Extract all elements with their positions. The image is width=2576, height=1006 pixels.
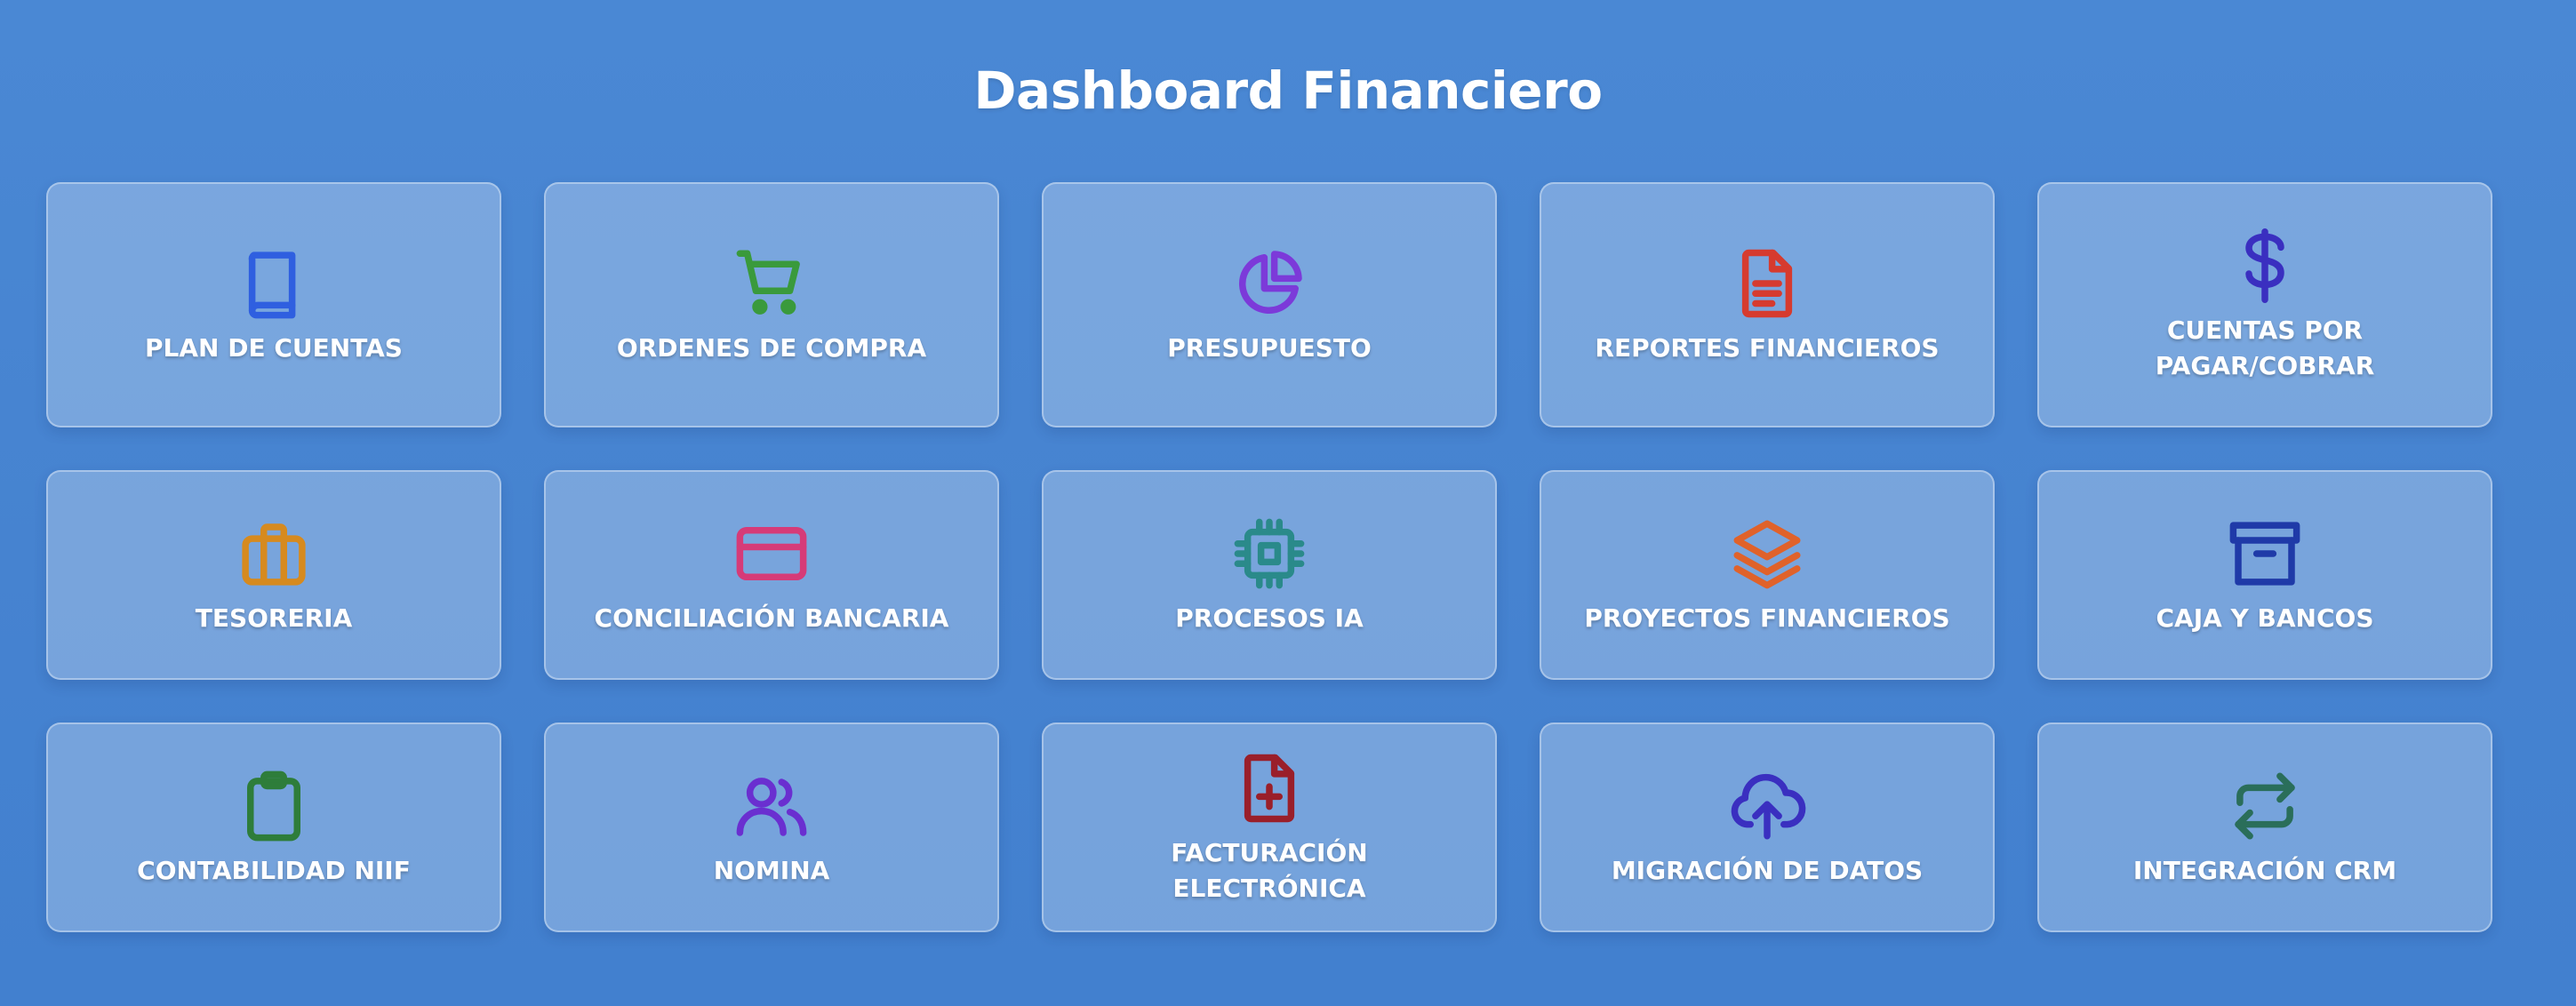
card-procesos-ia[interactable]: PROCESOS IA xyxy=(1042,470,1497,680)
card-conciliacion-bancaria[interactable]: CONCILIACIÓN BANCARIA xyxy=(544,470,999,680)
card-label: MIGRACIÓN DE DATOS xyxy=(1611,856,1924,885)
card-label: INTEGRACIÓN CRM xyxy=(2132,856,2397,885)
card-label: CONCILIACIÓN BANCARIA xyxy=(594,603,949,633)
card-label: PRESUPUESTO xyxy=(1167,333,1372,363)
card-tesoreria[interactable]: TESORERIA xyxy=(46,470,501,680)
card-nomina[interactable]: NOMINA xyxy=(544,723,999,932)
card-presupuesto[interactable]: PRESUPUESTO xyxy=(1042,182,1497,427)
archive-box-icon xyxy=(2225,514,2305,594)
card-plan-de-cuentas[interactable]: PLAN DE CUENTAS xyxy=(46,182,501,427)
pie-chart-icon xyxy=(1229,244,1309,323)
card-caja-y-bancos[interactable]: CAJA Y BANCOS xyxy=(2037,470,2492,680)
card-reportes-financieros[interactable]: REPORTES FINANCIEROS xyxy=(1540,182,1995,427)
document-plus-icon xyxy=(1229,748,1309,828)
card-migracion-de-datos[interactable]: MIGRACIÓN DE DATOS xyxy=(1540,723,1995,932)
card-label: PROYECTOS FINANCIEROS xyxy=(1584,603,1950,633)
card-proyectos-financieros[interactable]: PROYECTOS FINANCIEROS xyxy=(1540,470,1995,680)
card-cuentas-por-pagar-cobrar[interactable]: CUENTAS POR PAGAR/COBRAR xyxy=(2037,182,2492,427)
card-label: PLAN DE CUENTAS xyxy=(145,333,403,363)
book-icon xyxy=(234,244,314,323)
layers-icon xyxy=(1727,514,1807,594)
card-label: REPORTES FINANCIEROS xyxy=(1595,333,1940,363)
cpu-chip-icon xyxy=(1229,514,1309,594)
card-contabilidad-niif[interactable]: CONTABILIDAD NIIF xyxy=(46,723,501,932)
document-text-icon xyxy=(1727,244,1807,323)
card-label: FACTURACIÓN ELECTRÓNICA xyxy=(1171,838,1368,903)
credit-card-icon xyxy=(732,514,812,594)
card-label: ORDENES DE COMPRA xyxy=(616,333,927,363)
card-label: TESORERIA xyxy=(195,603,353,633)
dollar-icon xyxy=(2225,226,2305,306)
card-label: CAJA Y BANCOS xyxy=(2156,603,2374,633)
briefcase-icon xyxy=(234,514,314,594)
module-grid: PLAN DE CUENTAS ORDENES DE COMPRA PRESUP… xyxy=(46,182,2494,932)
shopping-cart-icon xyxy=(732,244,812,323)
cloud-upload-icon xyxy=(1727,766,1807,846)
arrows-exchange-icon xyxy=(2225,766,2305,846)
card-label: CUENTAS POR PAGAR/COBRAR xyxy=(2155,315,2375,380)
users-icon xyxy=(732,766,812,846)
clipboard-icon xyxy=(234,766,314,846)
card-facturacion-electronica[interactable]: FACTURACIÓN ELECTRÓNICA xyxy=(1042,723,1497,932)
page-title: Dashboard Financiero xyxy=(973,60,1603,121)
card-label: PROCESOS IA xyxy=(1175,603,1364,633)
card-integracion-crm[interactable]: INTEGRACIÓN CRM xyxy=(2037,723,2492,932)
card-label: CONTABILIDAD NIIF xyxy=(137,856,411,885)
card-label: NOMINA xyxy=(713,856,830,885)
card-ordenes-de-compra[interactable]: ORDENES DE COMPRA xyxy=(544,182,999,427)
